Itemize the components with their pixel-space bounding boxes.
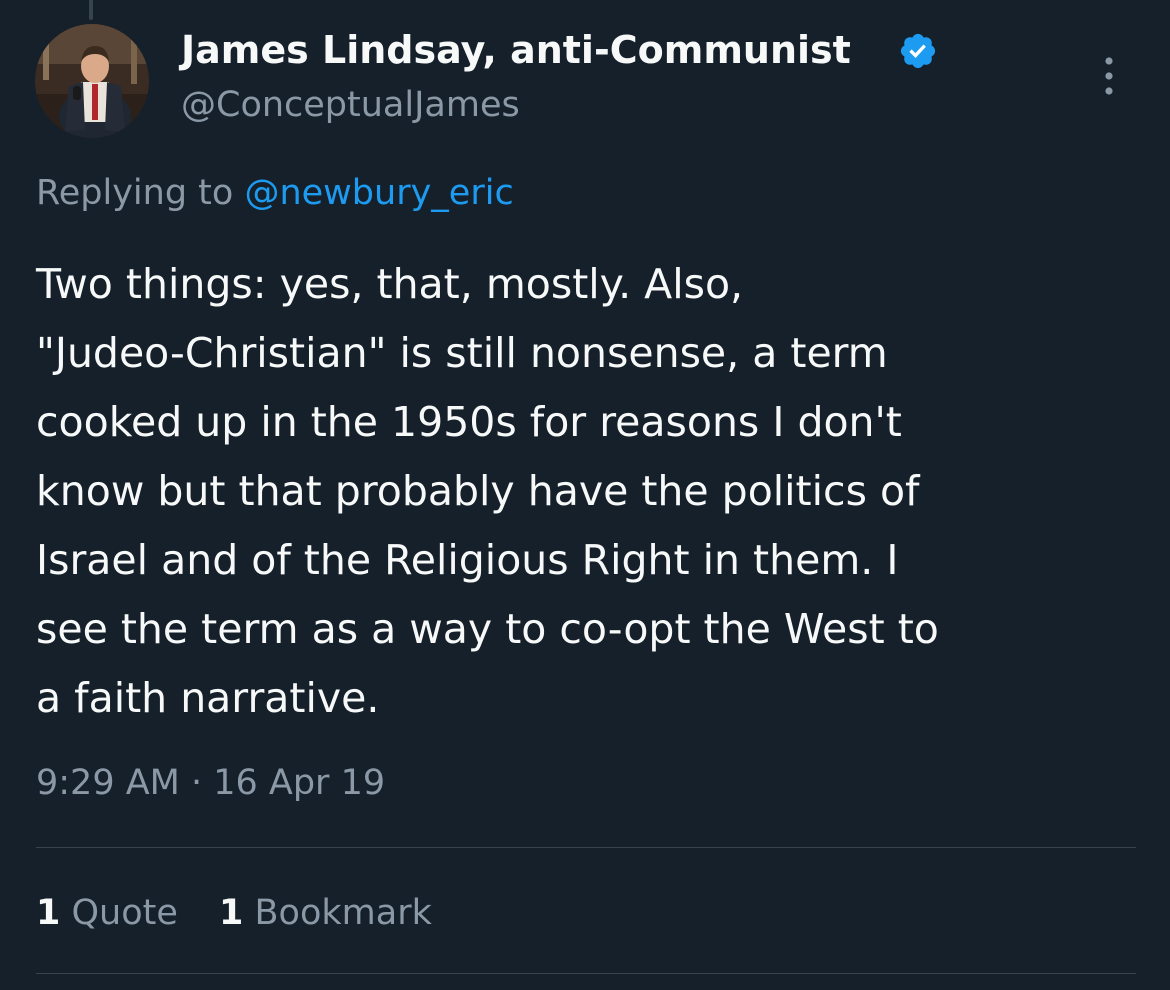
tweet-text-line: Israel and of the Religious Right in the… — [36, 536, 899, 584]
quote-count: 1 — [36, 893, 61, 933]
tweet-text: Two things: yes, that, mostly. Also, "Ju… — [36, 250, 1136, 733]
avatar[interactable] — [35, 24, 149, 138]
reply-mention-link[interactable]: @newbury_eric — [244, 173, 513, 213]
tweet-timestamp[interactable]: 9:29 AM · 16 Apr 19 — [36, 758, 385, 808]
tweet-text-line: know but that probably have the politics… — [36, 467, 920, 515]
quote-count-link[interactable]: 1 Quote — [36, 893, 178, 933]
engagement-stats: 1 Quote 1 Bookmark — [36, 888, 462, 938]
thread-connector-line — [89, 0, 93, 20]
bookmark-label: Bookmark — [254, 893, 432, 933]
tweet-text-line: see the term as a way to co-opt the West… — [36, 605, 939, 653]
tweet-text-line: a faith narrative. — [36, 674, 380, 722]
avatar-photo — [35, 24, 149, 138]
replying-to-prefix: Replying to — [36, 173, 234, 213]
quote-label: Quote — [71, 893, 178, 933]
verified-badge-icon — [900, 33, 936, 69]
more-options-icon[interactable] — [1097, 52, 1121, 100]
divider — [36, 973, 1136, 974]
replying-to: Replying to @newbury_eric — [36, 168, 514, 218]
author-display-name[interactable]: James Lindsay, anti-Communist — [181, 26, 851, 74]
bookmark-count: 1 — [219, 893, 244, 933]
tweet-text-line: Two things: yes, that, mostly. Also, — [36, 260, 744, 308]
tweet-text-line: "Judeo-Christian" is still nonsense, a t… — [36, 329, 888, 377]
tweet-text-line: cooked up in the 1950s for reasons I don… — [36, 398, 902, 446]
bookmark-count-link[interactable]: 1 Bookmark — [219, 893, 432, 933]
divider — [36, 847, 1136, 848]
author-handle[interactable]: @ConceptualJames — [181, 82, 520, 128]
